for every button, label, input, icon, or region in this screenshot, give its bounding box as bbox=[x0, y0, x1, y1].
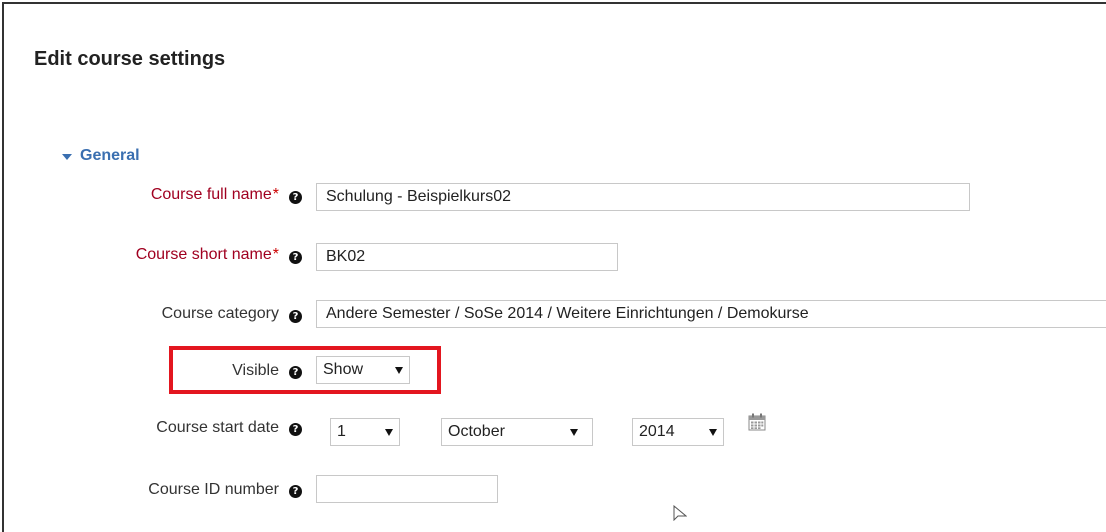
category-label: Course category bbox=[161, 305, 279, 322]
idnumber-label: Course ID number bbox=[148, 481, 279, 498]
month-select-value: October bbox=[448, 423, 505, 440]
highlight-box bbox=[169, 346, 441, 394]
fullname-input[interactable]: Schulung - Beispielkurs02 bbox=[316, 183, 970, 211]
category-select[interactable]: Andere Semester / SoSe 2014 / Weitere Ei… bbox=[316, 300, 1106, 328]
section-label: General bbox=[80, 147, 140, 164]
startdate-label: Course start date bbox=[156, 419, 279, 436]
required-star: * bbox=[272, 246, 279, 263]
year-select-value: 2014 bbox=[639, 423, 675, 440]
help-icon[interactable]: ? bbox=[289, 485, 302, 498]
shortname-label: Course short name* bbox=[135, 246, 279, 263]
caret-down-icon bbox=[62, 153, 72, 160]
calendar-icon[interactable] bbox=[748, 413, 766, 431]
fullname-label: Course full name* bbox=[150, 186, 279, 203]
chevron-down-icon bbox=[570, 428, 578, 436]
idnumber-input[interactable] bbox=[316, 475, 498, 503]
startdate-month-select[interactable]: October bbox=[441, 418, 593, 446]
mouse-cursor-icon bbox=[673, 505, 687, 521]
help-icon[interactable]: ? bbox=[289, 191, 302, 204]
startdate-day-select[interactable]: 1 bbox=[330, 418, 400, 446]
help-icon[interactable]: ? bbox=[289, 423, 302, 436]
chevron-down-icon bbox=[385, 428, 393, 436]
page-title: Edit course settings bbox=[34, 48, 226, 70]
startdate-year-select[interactable]: 2014 bbox=[632, 418, 724, 446]
help-icon[interactable]: ? bbox=[289, 310, 302, 323]
required-star: * bbox=[272, 186, 279, 203]
shortname-input[interactable]: BK02 bbox=[316, 243, 618, 271]
chevron-down-icon bbox=[709, 428, 717, 436]
day-select-value: 1 bbox=[337, 423, 346, 440]
section-toggle-general[interactable]: General bbox=[62, 147, 140, 165]
help-icon[interactable]: ? bbox=[289, 251, 302, 264]
